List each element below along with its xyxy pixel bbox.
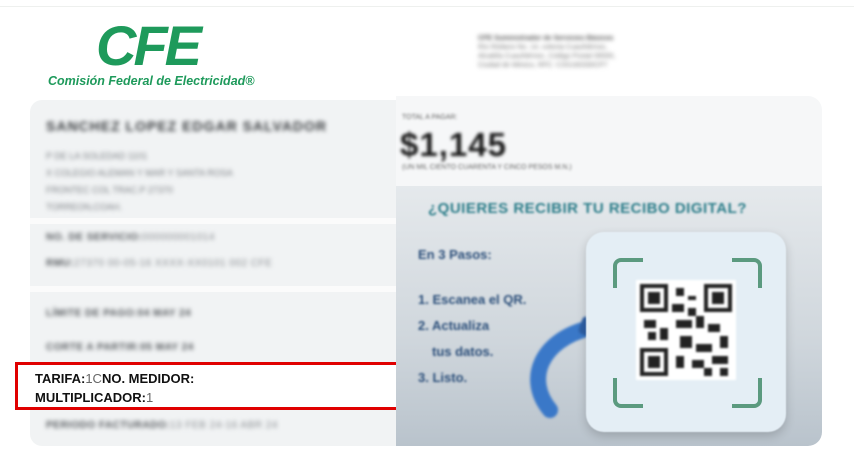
- address-line: X COLEGIO ALEMAN Y MAR Y SANTA ROSA: [46, 168, 233, 178]
- issuer-line: CFE Suministrador de Servicios Básicos: [478, 35, 614, 42]
- billing-period-value: 13 FEB 24-16 ABR 24: [170, 420, 278, 431]
- step-item: 3. Listo.: [418, 370, 468, 385]
- billing-period-row: PERIODO FACTURADO:13 FEB 24-16 ABR 24: [46, 420, 278, 431]
- due-date-label: LÍMITE DE PAGO:: [46, 308, 138, 319]
- multiplier-row: MULTIPLICADOR:1: [35, 390, 153, 405]
- address-line: P DE LA SOLEDAD 1101: [46, 151, 148, 161]
- qr-frame-corner: [732, 378, 762, 408]
- step-item: 2. Actualiza: [418, 318, 490, 333]
- tariff-label: TARIFA:: [35, 371, 86, 386]
- multiplier-label: MULTIPLICADOR:: [35, 390, 146, 405]
- service-number-label: NO. DE SERVICIO:: [46, 232, 143, 243]
- issuer-line: Alcaldía Cuauhtémoc, Código Postal 06500…: [478, 53, 616, 60]
- tariff-value: 1C: [85, 371, 102, 386]
- issuer-address: CFE Suministrador de Servicios Básicos R…: [478, 34, 678, 70]
- billing-period-label: PERIODO FACTURADO:: [46, 420, 170, 431]
- multiplier-value: 1: [145, 390, 154, 405]
- rmu-label: RMU:: [46, 258, 75, 269]
- cutoff-date-value: 05 MAY 24: [140, 342, 194, 353]
- rmu-row: RMU:27370 00-05-16 XXXX-XX0101 002 CFE: [46, 258, 272, 269]
- cutoff-date-row: CORTE A PARTIR:05 MAY 24: [46, 342, 194, 353]
- address-line: TORREON,COAH.: [46, 202, 122, 212]
- total-label: TOTAL A PAGAR:: [402, 114, 458, 121]
- promo-title: ¿QUIERES RECIBIR TU RECIBO DIGITAL?: [428, 200, 747, 217]
- top-divider: [0, 6, 854, 7]
- issuer-line: Río Ródano No. 14, colonia Cuauhtémoc,: [478, 44, 608, 51]
- qr-code[interactable]: [636, 280, 736, 380]
- due-date-value: 04 MAY 24: [137, 308, 192, 319]
- total-amount: $1,145: [400, 126, 507, 163]
- customer-name: SANCHEZ LOPEZ EDGAR SALVADOR: [46, 118, 328, 134]
- service-number-value: 000000001014: [142, 232, 215, 243]
- cfe-logo: CFE Comisión Federal de Electricidad®: [48, 18, 258, 98]
- section-divider: [30, 218, 396, 224]
- section-divider: [30, 286, 396, 292]
- qr-frame-corner: [732, 258, 762, 288]
- issuer-line: Ciudad de México, RFC: CSS160330CP7: [478, 62, 608, 69]
- service-number-row: NO. DE SERVICIO:000000001014: [46, 232, 215, 243]
- meter-number-label: NO. MEDIDOR:: [101, 371, 195, 386]
- logo-mark: CFE: [96, 14, 202, 77]
- steps-heading: En 3 Pasos:: [418, 247, 492, 262]
- total-in-words: (UN MIL CIENTO CUARENTA Y CINCO PESOS M.…: [402, 164, 572, 171]
- qr-frame-corner: [613, 378, 643, 408]
- rmu-value: 27370 00-05-16 XXXX-XX0101 002 CFE: [74, 258, 273, 269]
- tariff-row: TARIFA:1CNO. MEDIDOR:: [35, 371, 194, 386]
- step-item: 1. Escanea el QR.: [418, 292, 527, 307]
- due-date-row: LÍMITE DE PAGO:04 MAY 24: [46, 308, 191, 319]
- step-item: tus datos.: [432, 344, 494, 359]
- address-line: FRONTEC COL TRAC.P 27370: [46, 185, 173, 195]
- logo-name: Comisión Federal de Electricidad®: [48, 74, 255, 88]
- cutoff-date-label: CORTE A PARTIR:: [46, 342, 141, 353]
- customer-address: P DE LA SOLEDAD 1101 X COLEGIO ALEMAN Y …: [46, 148, 233, 216]
